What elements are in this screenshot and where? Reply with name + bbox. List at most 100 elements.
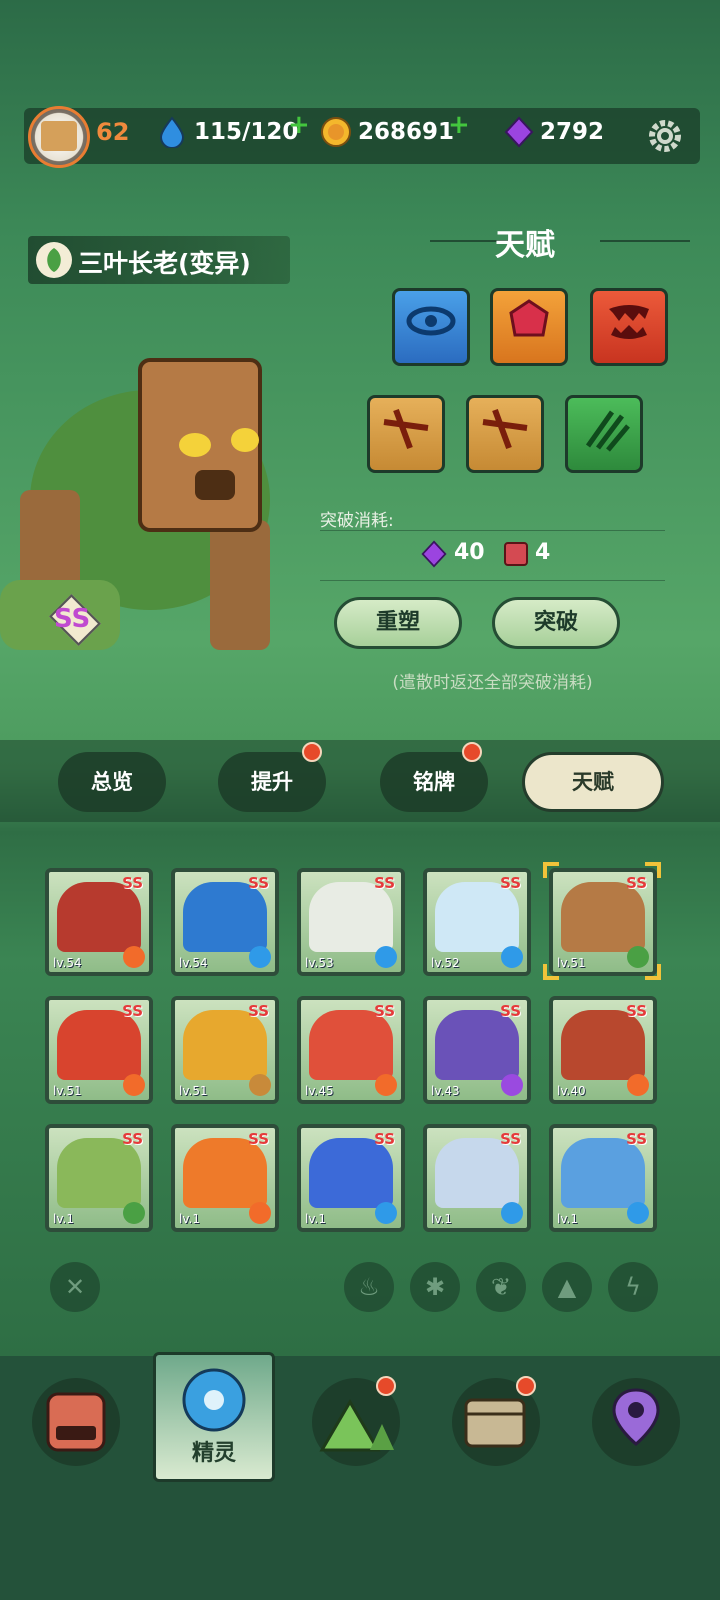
crystal-icon (509, 299, 549, 337)
break-button[interactable]: 突破 (492, 597, 620, 649)
add-coins-button[interactable]: + (448, 110, 470, 140)
rarity-label: SS (374, 874, 395, 892)
pet-card[interactable]: SS lv.40 (549, 996, 657, 1104)
coin-icon (321, 117, 351, 147)
cost-gem-value: 40 (454, 540, 485, 565)
grass-element-icon (36, 242, 72, 278)
divider (320, 530, 665, 531)
rarity-label: SS (122, 1130, 143, 1148)
pet-level: lv.40 (557, 1084, 586, 1098)
stamina-value: 115/120 (194, 119, 299, 145)
add-stamina-button[interactable]: + (288, 110, 310, 140)
pet-level: lv.51 (557, 956, 586, 970)
map-pin-icon (612, 1388, 660, 1446)
pet-sphere-icon (182, 1368, 246, 1432)
coins-value: 268691 (358, 119, 455, 145)
pet-level: lv.54 (179, 956, 208, 970)
rarity-label: SS (122, 874, 143, 892)
rarity-label: SS (626, 1130, 647, 1148)
talent-eye-slot[interactable] (392, 288, 470, 366)
pet-portrait (57, 1010, 141, 1080)
pet-name-bar: 三叶长老(变异) (28, 236, 290, 284)
pet-card[interactable]: SS lv.43 (423, 996, 531, 1104)
tab-overview[interactable]: 总览 (58, 752, 166, 812)
eye-icon (406, 306, 456, 336)
pet-portrait (435, 1010, 519, 1080)
rarity-label: SS (374, 1002, 395, 1020)
fire-element-icon (123, 1074, 145, 1096)
pet-card-selected[interactable]: SS lv.51 (549, 868, 657, 976)
nav-map-button[interactable] (592, 1378, 680, 1466)
pet-card[interactable]: SS lv.52 (423, 868, 531, 976)
ice-filter-icon[interactable]: ✱ (410, 1262, 460, 1312)
pet-card[interactable]: SS lv.54 (171, 868, 279, 976)
talent-slash-slot-1[interactable] (367, 395, 445, 473)
gear-icon[interactable] (645, 116, 685, 156)
refund-hint: (遣散时返还全部突破消耗) (392, 673, 593, 693)
pet-portrait (435, 882, 519, 952)
rock-filter-icon[interactable]: ▲ (542, 1262, 592, 1312)
ice-element-icon (501, 1202, 523, 1224)
fire-filter-icon[interactable]: ♨ (344, 1262, 394, 1312)
pet-card[interactable]: SS lv.1 (549, 1124, 657, 1232)
pet-portrait (183, 882, 267, 952)
gem-icon (421, 540, 447, 568)
selection-corner (543, 964, 559, 980)
player-level: 62 (96, 118, 130, 146)
ice-element-icon (627, 1202, 649, 1224)
selection-corner (543, 862, 559, 878)
pet-level: lv.1 (179, 1212, 200, 1226)
rarity-label: SS (122, 1002, 143, 1020)
pet-level: lv.1 (53, 1212, 74, 1226)
tab-talent[interactable]: 天赋 (522, 752, 664, 812)
pet-level: lv.1 (305, 1212, 326, 1226)
rarity-label: SS (248, 874, 269, 892)
gem-icon (504, 116, 534, 148)
player-avatar[interactable] (28, 106, 90, 168)
pet-card[interactable]: SS lv.53 (297, 868, 405, 976)
pet-card[interactable]: SS lv.54 (45, 868, 153, 976)
fire-element-icon (249, 1202, 271, 1224)
pet-portrait (435, 1138, 519, 1208)
notification-dot (302, 742, 322, 762)
pet-card[interactable]: SS lv.45 (297, 996, 405, 1104)
nav-device-button[interactable] (32, 1378, 120, 1466)
talent-claw-slot[interactable] (565, 395, 643, 473)
pet-card[interactable]: SS lv.51 (171, 996, 279, 1104)
water-drop-icon (159, 116, 185, 148)
pet-card[interactable]: SS lv.51 (45, 996, 153, 1104)
ice-element-icon (501, 946, 523, 968)
pet-portrait (183, 1010, 267, 1080)
rarity-label: SS (248, 1002, 269, 1020)
fire-element-icon (375, 1074, 397, 1096)
talent-gem-slot[interactable] (490, 288, 568, 366)
electric-filter-icon[interactable]: ϟ (608, 1262, 658, 1312)
pet-portrait (183, 1138, 267, 1208)
pet-portrait (309, 882, 393, 952)
pet-level: lv.51 (179, 1084, 208, 1098)
pet-level: lv.53 (305, 956, 334, 970)
ice-element-icon (375, 1202, 397, 1224)
rarity-label: SS (248, 1130, 269, 1148)
rarity-label: SS (374, 1130, 395, 1148)
pet-card[interactable]: SS lv.1 (423, 1124, 531, 1232)
selection-corner (645, 964, 661, 980)
rarity-label: SS (54, 604, 91, 634)
notification-dot (462, 742, 482, 762)
fang-icon (609, 305, 649, 339)
cross-slash-icon (482, 408, 528, 450)
talent-slash-slot-2[interactable] (466, 395, 544, 473)
talent-fang-slot[interactable] (590, 288, 668, 366)
pet-portrait (57, 1138, 141, 1208)
electric-element-icon (501, 1074, 523, 1096)
clear-filter-icon[interactable]: ✕ (50, 1262, 100, 1312)
reshape-button[interactable]: 重塑 (334, 597, 462, 649)
pet-level: lv.52 (431, 956, 460, 970)
pet-card[interactable]: SS lv.1 (297, 1124, 405, 1232)
pet-portrait (561, 1138, 645, 1208)
pet-card[interactable]: SS lv.1 (171, 1124, 279, 1232)
grass-filter-icon[interactable]: ❦ (476, 1262, 526, 1312)
pet-card[interactable]: SS lv.1 (45, 1124, 153, 1232)
pet-level: lv.43 (431, 1084, 460, 1098)
device-icon (46, 1392, 106, 1452)
